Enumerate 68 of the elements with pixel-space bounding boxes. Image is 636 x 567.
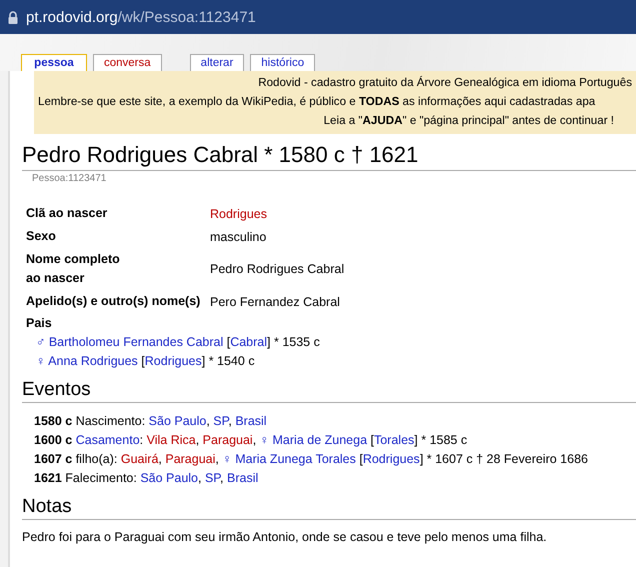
parent-text: [ (226, 335, 230, 349)
notice-text: Lembre-se que este site, a exemplo da WikiPedia, é público e TODAS as informações aqui cadastradas apa (37, 94, 596, 110)
event-date: 1607 c (34, 452, 72, 466)
event-text: , (252, 433, 258, 447)
page-tab[interactable]: histórico (250, 54, 316, 71)
event-text: [ (370, 433, 374, 447)
field-label: Apelido(s) e outro(s) nome(s) (26, 293, 200, 310)
event-text: , (158, 452, 163, 466)
event-text: ] * 1607 c † 28 Fevereiro 1686 (420, 452, 588, 466)
note-text: Pedro foi para o Paraguai com seu irmão Antonio, onde se casou e teve pelo menos uma filha. (22, 530, 548, 544)
field-label: Clã ao nascer (26, 205, 108, 222)
field-value: masculino (210, 230, 266, 244)
url-host: pt.rodovid.org (26, 8, 118, 26)
link[interactable]: Casamento (76, 433, 140, 447)
notice-text: Leia a "AJUDA" e "página principal" antes de continuar ! (322, 113, 614, 129)
event-text: Nascimento: (74, 414, 146, 428)
field-value: Pedro Rodrigues Cabral (210, 262, 344, 276)
link[interactable]: Brasil (235, 414, 267, 428)
missing-page-link[interactable]: Vila Rica (146, 433, 196, 447)
link[interactable]: São Paulo (140, 471, 198, 485)
notice-text: Rodovid - cadastro gratuito da Árvore Genealógica em idioma Português (257, 75, 632, 91)
address-bar[interactable]: pt.rodovid.org/wk/Pessoa:1123471 (0, 0, 636, 34)
event-text: , (198, 471, 202, 485)
link[interactable]: São Paulo (148, 414, 206, 428)
missing-page-link[interactable]: Paraguai (165, 452, 216, 466)
page-title: Pedro Rodrigues Cabral * 1580 c † 1621 (22, 142, 636, 171)
field-label: Sexo (26, 228, 56, 245)
parent-text: ] * 1540 c (202, 354, 255, 368)
event-text: : (140, 433, 144, 447)
link[interactable]: Cabral (230, 335, 268, 349)
field-value: Pero Fernandez Cabral (210, 294, 340, 308)
event-text: , (228, 414, 233, 428)
link[interactable]: SP (213, 414, 228, 428)
event-text: Falecimento: (64, 471, 138, 485)
page-tab[interactable]: alterar (190, 54, 244, 71)
section-heading: Eventos (22, 379, 636, 403)
link[interactable]: Brasil (227, 471, 258, 485)
link[interactable]: SP (204, 471, 220, 485)
page-tab[interactable]: pessoa (21, 54, 87, 71)
event-text: , (196, 433, 200, 447)
section-heading: Notas (22, 496, 636, 520)
field-label: Nome completo ao nascer (26, 251, 120, 287)
page-tab[interactable]: conversa (93, 54, 162, 71)
link[interactable]: Torales (374, 433, 414, 447)
event-text: ] * 1585 c (414, 433, 468, 447)
url-path: /wk/Pessoa:1123471 (118, 8, 256, 26)
parent-text: [ (140, 354, 145, 368)
field-label: Pais (26, 315, 53, 332)
parent-text: ] * 1535 c (267, 335, 320, 349)
event-text: [ (358, 452, 363, 466)
event-text: , (206, 414, 211, 428)
event-text: , (215, 452, 220, 466)
link[interactable]: Rodrigues (362, 452, 420, 466)
event-date: 1600 c (34, 433, 74, 447)
missing-page-link[interactable]: Guairá (120, 452, 158, 466)
event-date: 1580 c (34, 414, 72, 428)
event-date: 1621 (34, 471, 62, 485)
link[interactable]: ♂ Bartholomeu Fernandes Cabral (36, 335, 224, 349)
missing-page-link[interactable]: Rodrigues (210, 206, 267, 220)
link[interactable]: ♀ Anna Rodrigues (36, 354, 138, 368)
link[interactable]: ♀ Maria de Zunega (260, 433, 368, 447)
lock-icon (8, 10, 18, 24)
missing-page-link[interactable]: Paraguai (202, 433, 253, 447)
event-text: , (220, 471, 225, 485)
link[interactable]: ♀ Maria Zunega Torales (222, 452, 356, 466)
link[interactable]: Rodrigues (144, 354, 202, 368)
event-text: filho(a): (74, 452, 118, 466)
page-id: Pessoa:1123471 (32, 173, 108, 184)
